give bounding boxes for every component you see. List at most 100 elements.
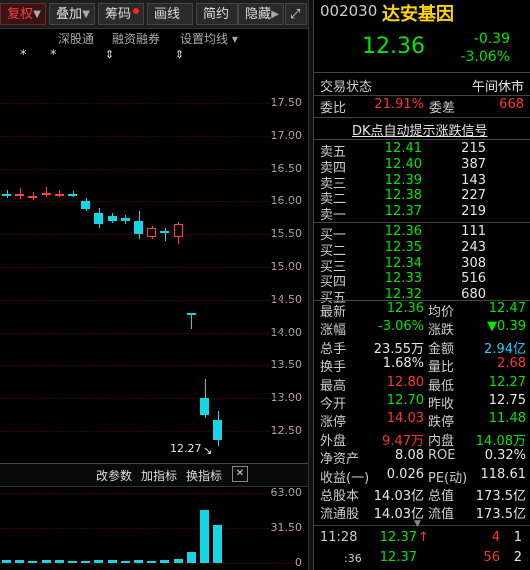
expand-icon[interactable]: ⤢ <box>285 3 307 25</box>
kline-chart[interactable]: 17.50 17.00 16.50 16.00 15.50 15.00 14.50 14.00… <box>0 62 308 460</box>
menu-label: 叠加 <box>56 7 83 22</box>
bid-row: 买四 12.33 516 <box>314 271 529 290</box>
current-price: 12.36 <box>362 34 425 59</box>
chart-toolbar: 复权 ▼ 叠加 ▼ 筹码 画线 简约 隐藏 ▶ ⤢ <box>0 0 308 29</box>
level-volume: 111 <box>461 224 486 239</box>
volume-bar <box>120 560 130 563</box>
volume-bar <box>54 559 64 563</box>
volume-bar <box>173 558 183 563</box>
event-marker-icon[interactable]: ⇕ <box>175 48 184 61</box>
gridline <box>0 493 305 494</box>
level-volume: 219 <box>461 204 486 220</box>
stat-value: 173.5亿 <box>475 507 526 523</box>
price-change: -0.39 <box>473 31 510 47</box>
candle-body <box>213 419 223 440</box>
menu-jianyue[interactable]: 简约 <box>196 3 238 25</box>
candle-body <box>200 398 209 415</box>
stat-row: 收益(一) 0.026 PE(动) 118.61 <box>314 467 529 486</box>
bid-row: 买二 12.35 243 <box>314 239 529 259</box>
tick-price: 12.37 <box>379 530 417 545</box>
gridline <box>0 168 305 170</box>
stat-label: 金额 <box>428 341 455 357</box>
stat-value: 2.94亿 <box>484 341 526 357</box>
tick-time: 11:28 <box>320 530 358 545</box>
params-button[interactable]: 改参数 <box>96 467 132 484</box>
stat-value: 9.47万 <box>382 433 424 449</box>
stat-value: 1.68% <box>382 356 424 372</box>
stat-label: 今开 <box>320 397 347 412</box>
candle-body <box>94 212 104 225</box>
trade-status-row: 交易状态 午间休市 <box>314 76 529 95</box>
notification-dot-icon <box>133 8 140 14</box>
ma-settings-dropdown[interactable]: 设置均线 ▾ <box>180 30 238 47</box>
candle-body <box>134 221 143 235</box>
volume-bar <box>81 560 91 563</box>
level-price: 12.35 <box>384 239 422 255</box>
stat-row: 最高 12.80 最低 12.27 <box>314 375 529 394</box>
candle-body <box>147 227 157 238</box>
level-price: 12.38 <box>384 188 422 204</box>
candle-body <box>41 192 51 195</box>
stat-row: 今开 12.70 昨收 12.75 <box>314 393 529 412</box>
caret-down-icon: ▼ <box>33 9 41 20</box>
stat-label: 昨收 <box>428 397 455 412</box>
ask-row: 卖四 12.40 387 <box>314 157 529 176</box>
candle-body <box>81 201 91 210</box>
stat-label: 涨停 <box>320 415 347 431</box>
stat-label: 最新 <box>320 305 347 320</box>
event-marker-icon[interactable]: * <box>20 48 27 63</box>
up-arrow-icon: ↑ <box>418 530 429 545</box>
candle-body <box>68 193 77 196</box>
level-volume: 143 <box>461 172 486 188</box>
tick-row: :36 12.37 56 2 <box>314 550 529 569</box>
menu-yincang[interactable]: 隐藏 ▶ <box>238 3 284 25</box>
stat-label: 流通股 <box>320 507 360 523</box>
stat-value: 118.61 <box>480 466 527 482</box>
stat-row: 涨幅 -3.06% 涨跌 ▼0.39 <box>314 319 529 338</box>
tick-list: 11:28 12.37 ↑ 4 1:36 12.37 56 2 <box>314 528 530 570</box>
gridline <box>0 431 305 432</box>
divider <box>314 525 530 526</box>
stat-value: 12.80 <box>386 374 424 390</box>
volume-bar <box>186 551 196 563</box>
menu-label: 画线 <box>154 7 181 22</box>
tick-price: 12.37 <box>379 550 417 565</box>
event-marker-icon[interactable]: ⇕ <box>105 48 114 61</box>
gridline <box>0 103 305 104</box>
weibi-value: 21.91% <box>374 97 424 112</box>
menu-fuquan[interactable]: 复权 ▼ <box>0 3 46 25</box>
stat-value: 12.70 <box>386 393 424 408</box>
tick-row: 11:28 12.37 ↑ 4 1 <box>314 530 529 549</box>
stat-label: 换手 <box>320 360 347 376</box>
stat-label: 最高 <box>320 378 347 394</box>
menu-huaxian[interactable]: 画线 <box>147 3 193 25</box>
close-icon[interactable]: ✕ <box>232 466 248 482</box>
dk-signal-link[interactable]: DK点自动提示涨跌信号 <box>352 120 488 139</box>
level-volume: 308 <box>461 255 486 271</box>
level-price: 12.41 <box>384 141 422 156</box>
level-volume: 243 <box>461 239 486 255</box>
weibi-label: 委比 <box>320 101 347 116</box>
stat-label: 最低 <box>428 378 455 394</box>
candle-wick <box>164 227 166 241</box>
tick-count: 1 <box>513 530 522 545</box>
ask-row: 卖二 12.38 227 <box>314 188 529 207</box>
tick-count: 2 <box>513 550 522 565</box>
volume-chart[interactable]: 63.00 31.50 0 <box>0 486 308 570</box>
add-indicator-button[interactable]: 加指标 <box>141 467 177 484</box>
stock-code: 002030 <box>320 2 378 20</box>
link-shengutong[interactable]: 深股通 <box>58 30 94 47</box>
bid-row: 买三 12.34 308 <box>314 255 529 275</box>
link-rongzi[interactable]: 融资融券 <box>112 30 160 47</box>
stat-value: 8.08 <box>395 448 424 464</box>
stat-row: 净资产 8.08 ROE 0.32% <box>314 448 529 467</box>
stat-label: 流值 <box>428 507 455 523</box>
volume-bar <box>41 559 51 563</box>
divider <box>314 95 530 96</box>
gridline <box>0 365 305 367</box>
switch-indicator-button[interactable]: 换指标 <box>186 467 222 484</box>
menu-diejia[interactable]: 叠加 ▼ <box>49 3 95 25</box>
menu-chouma[interactable]: 筹码 <box>98 3 144 25</box>
stat-row: 流通股 14.03亿 流值 173.5亿 <box>314 503 529 522</box>
event-marker-icon[interactable]: * <box>50 48 57 63</box>
